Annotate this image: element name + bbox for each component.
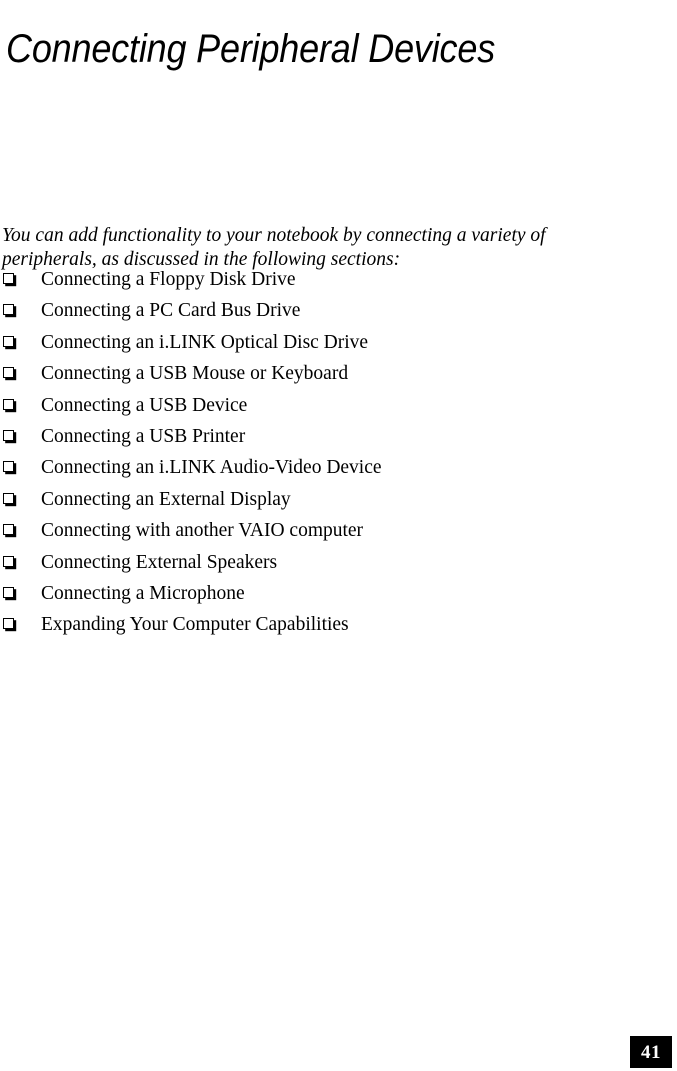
section-link-list: Connecting a Floppy Disk Drive Connectin… bbox=[0, 264, 677, 641]
list-item-label: Expanding Your Computer Capabilities bbox=[41, 614, 349, 636]
page-number-badge: 41 bbox=[630, 1036, 672, 1068]
page-title: Connecting Peripheral Devices bbox=[6, 26, 496, 71]
hollow-square-bullet-icon bbox=[3, 273, 14, 284]
list-item-label: Connecting a USB Mouse or Keyboard bbox=[41, 363, 349, 385]
list-item-label: Connecting a USB Device bbox=[41, 394, 248, 416]
hollow-square-bullet-icon bbox=[3, 398, 14, 410]
list-item[interactable]: Connecting External Speakers bbox=[0, 547, 677, 578]
list-item[interactable]: Connecting a USB Device bbox=[0, 390, 677, 421]
hollow-square-bullet-icon bbox=[3, 367, 14, 379]
document-page: Connecting Peripheral Devices You can ad… bbox=[0, 0, 677, 1071]
hollow-square-bullet-icon bbox=[3, 335, 14, 347]
list-item[interactable]: Connecting a USB Printer bbox=[0, 421, 677, 452]
list-item[interactable]: Connecting with another VAIO computer bbox=[0, 515, 677, 546]
list-item[interactable]: Connecting an i.LINK Optical Disc Drive bbox=[0, 327, 677, 358]
list-item[interactable]: Connecting a PC Card Bus Drive bbox=[0, 295, 677, 326]
list-item[interactable]: Connecting an External Display bbox=[0, 484, 677, 515]
hollow-square-bullet-icon bbox=[3, 304, 14, 316]
list-item-label: Connecting a Floppy Disk Drive bbox=[41, 269, 296, 290]
list-item-label: Connecting a Microphone bbox=[41, 582, 245, 604]
hollow-square-bullet-icon bbox=[3, 429, 14, 441]
hollow-square-bullet-icon bbox=[3, 555, 14, 567]
list-item-label: Connecting an External Display bbox=[41, 488, 291, 510]
list-item-label: Connecting External Speakers bbox=[41, 551, 278, 573]
list-item[interactable]: Connecting a Floppy Disk Drive bbox=[0, 264, 677, 295]
intro-line-1: You can add functionality to your notebo… bbox=[2, 224, 546, 246]
list-item-label: Connecting a USB Printer bbox=[41, 425, 246, 447]
hollow-square-bullet-icon bbox=[3, 461, 14, 473]
list-item-label: Connecting with another VAIO computer bbox=[41, 520, 364, 542]
list-item[interactable]: Connecting an i.LINK Audio-Video Device bbox=[0, 452, 677, 483]
list-item-label: Connecting an i.LINK Optical Disc Drive bbox=[41, 331, 369, 353]
page-number: 41 bbox=[641, 1041, 661, 1063]
hollow-square-bullet-icon bbox=[3, 586, 14, 598]
list-item-label: Connecting an i.LINK Audio-Video Device bbox=[41, 457, 382, 479]
list-item-label: Connecting a PC Card Bus Drive bbox=[41, 300, 301, 322]
list-item[interactable]: Expanding Your Computer Capabilities bbox=[0, 609, 677, 640]
hollow-square-bullet-icon bbox=[3, 618, 14, 630]
list-item[interactable]: Connecting a Microphone bbox=[0, 578, 677, 609]
hollow-square-bullet-icon bbox=[3, 492, 14, 504]
hollow-square-bullet-icon bbox=[3, 524, 14, 536]
list-item[interactable]: Connecting a USB Mouse or Keyboard bbox=[0, 358, 677, 389]
